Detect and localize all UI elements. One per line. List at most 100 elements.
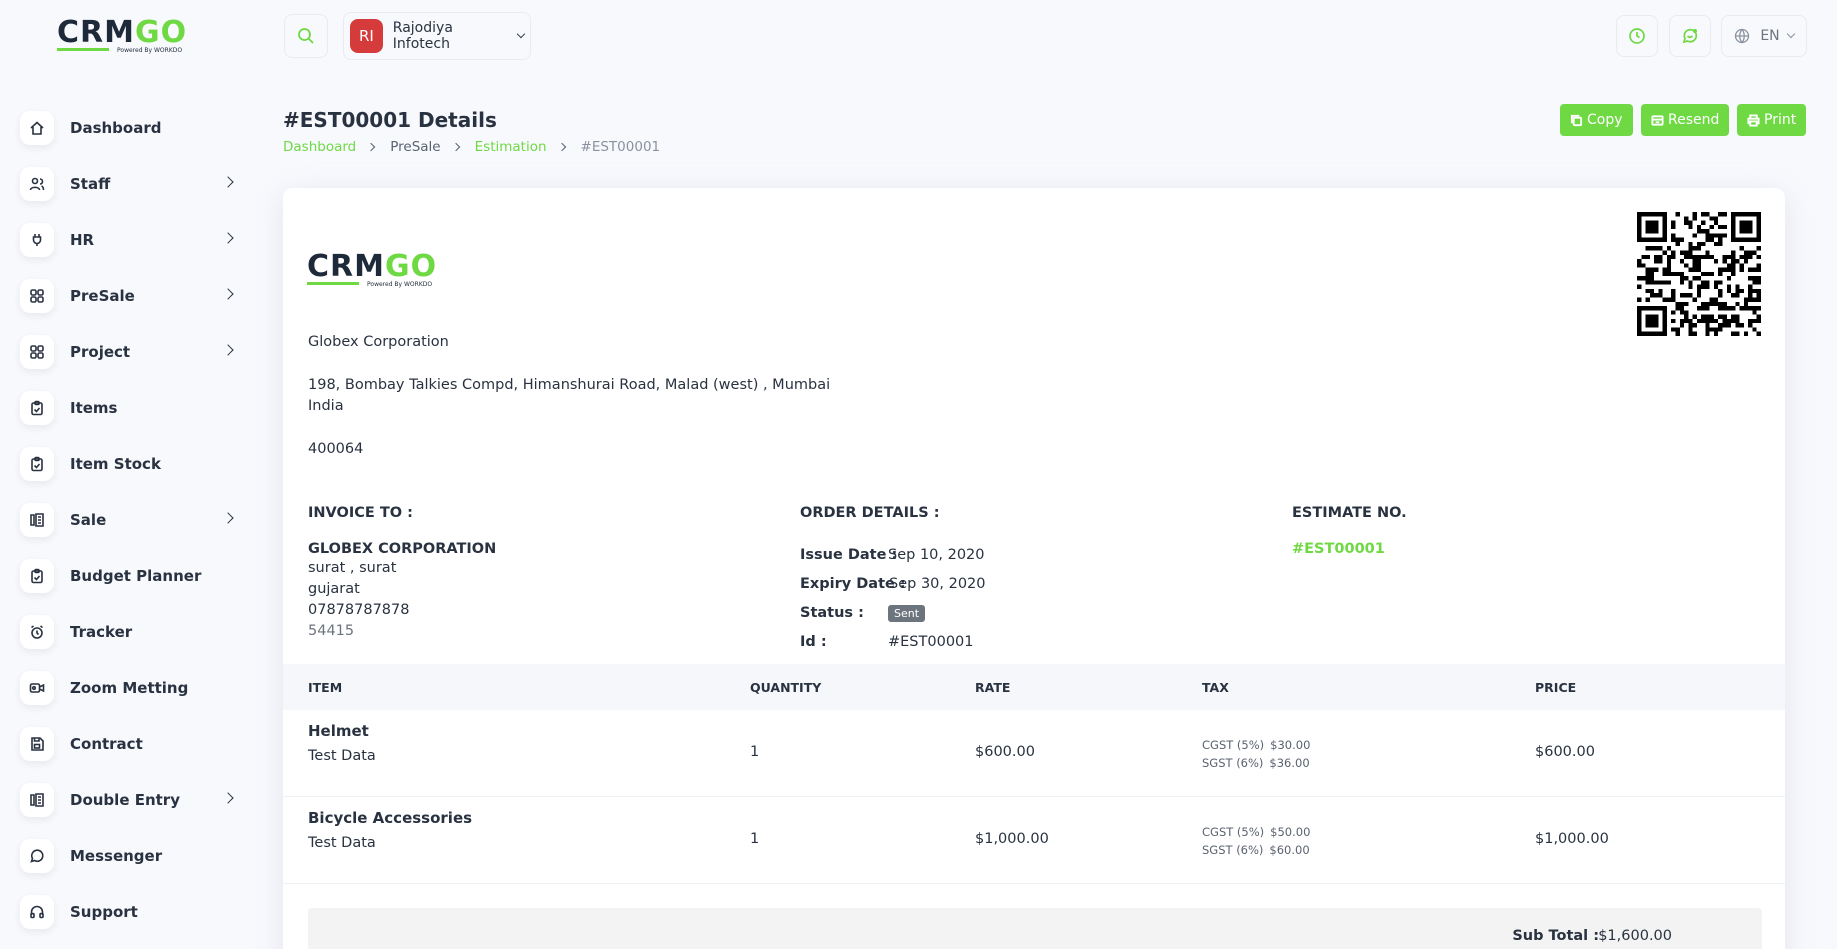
sidebar-item-label: Staff xyxy=(70,175,111,193)
item-name: Bicycle Accessories xyxy=(308,809,473,827)
sidebar-item-budget-planner[interactable]: Budget Planner xyxy=(20,548,250,604)
search-button[interactable] xyxy=(284,14,328,58)
bill-to-phone: 07878787878 xyxy=(308,602,410,618)
avatar: RI xyxy=(350,19,383,53)
crmgo-logo[interactable]: CRM GO Powered By WORKDO xyxy=(57,14,197,56)
headphones-icon xyxy=(20,895,54,929)
sidebar-item-label: Contract xyxy=(70,735,143,753)
chevron-right-icon xyxy=(222,176,234,188)
copy-button[interactable]: Copy xyxy=(1560,104,1633,136)
bill-to-state: gujarat xyxy=(308,581,360,597)
subtotal-value: $1,600.00 xyxy=(1598,928,1672,944)
tax-amount: $60.00 xyxy=(1269,843,1310,857)
breadcrumb-dashboard[interactable]: Dashboard xyxy=(283,139,356,155)
sidebar-item-contract[interactable]: Contract xyxy=(20,716,250,772)
language-dropdown[interactable]: EN xyxy=(1721,15,1807,57)
clipboard-check-icon xyxy=(20,391,54,425)
sidebar-item-support[interactable]: Support xyxy=(20,884,250,940)
estimate-no-heading: ESTIMATE NO. xyxy=(1292,505,1407,521)
estimate-number: #EST00001 xyxy=(1292,541,1385,557)
svg-text:Powered By WORKDO: Powered By WORKDO xyxy=(367,281,432,288)
company-zip: 400064 xyxy=(308,441,364,457)
svg-text:GO: GO xyxy=(385,249,437,284)
company-switcher[interactable]: RI Rajodiya Infotech xyxy=(343,12,531,60)
resend-button[interactable]: Resend xyxy=(1641,104,1730,136)
messages-button[interactable] xyxy=(1669,15,1711,57)
item-price: $1,000.00 xyxy=(1535,831,1609,847)
item-price: $600.00 xyxy=(1535,744,1595,760)
sidebar-item-sale[interactable]: Sale xyxy=(20,492,250,548)
sidebar-item-tracker[interactable]: Tracker xyxy=(20,604,250,660)
message-icon xyxy=(1682,28,1698,44)
sidebar-item-project[interactable]: Project xyxy=(20,324,250,380)
summary-box: Sub Total : $1,600.00 xyxy=(308,908,1762,949)
sidebar-item-label: PreSale xyxy=(70,287,135,305)
bill-to-city: surat , surat xyxy=(308,560,397,576)
sidebar-item-label: Double Entry xyxy=(70,791,180,809)
copy-button-label: Copy xyxy=(1587,112,1623,128)
sidebar-item-hr[interactable]: HR xyxy=(20,212,250,268)
message-icon xyxy=(20,839,54,873)
tax-name: SGST (6%) xyxy=(1202,843,1264,857)
receipt-icon xyxy=(20,503,54,537)
print-button[interactable]: Print xyxy=(1737,104,1807,136)
sidebar-item-double-entry[interactable]: Double Entry xyxy=(20,772,250,828)
item-qty: 1 xyxy=(750,831,760,847)
id-label: Id : xyxy=(800,634,827,650)
status-label: Status : xyxy=(800,605,864,621)
invoice-to-heading: INVOICE TO : xyxy=(308,505,413,521)
sidebar-item-label: Dashboard xyxy=(70,119,162,137)
time-tracker-button[interactable] xyxy=(1616,15,1658,57)
item-rate: $1,000.00 xyxy=(975,831,1049,847)
clipboard-check-icon xyxy=(20,447,54,481)
company-address: 198, Bombay Talkies Compd, Himanshurai R… xyxy=(308,377,831,393)
item-rate: $600.00 xyxy=(975,744,1035,760)
svg-text:GO: GO xyxy=(135,15,187,50)
sidebar-item-label: Items xyxy=(70,399,118,417)
breadcrumb-estimation[interactable]: Estimation xyxy=(475,139,547,155)
receipt-icon xyxy=(20,783,54,817)
company-name: Globex Corporation xyxy=(308,334,449,350)
sidebar-item-items[interactable]: Items xyxy=(20,380,250,436)
table-row: Bicycle Accessories Test Data 1 $1,000.0… xyxy=(283,797,1785,884)
page-title: #EST00001 Details xyxy=(283,108,497,132)
sidebar-item-label: HR xyxy=(70,231,95,249)
sidebar-item-item-stock[interactable]: Item Stock xyxy=(20,436,250,492)
mail-icon xyxy=(1651,114,1664,126)
bill-to-name: GLOBEX CORPORATION xyxy=(308,541,497,557)
grid-icon xyxy=(20,279,54,313)
sidebar-item-dashboard[interactable]: Dashboard xyxy=(20,100,250,156)
invoice-logo: CRM GO Powered By WORKDO xyxy=(307,249,437,288)
sidebar-item-presale[interactable]: PreSale xyxy=(20,268,250,324)
tax-name: CGST (5%) xyxy=(1202,738,1265,752)
tax-line: CGST (5%) $30.00 xyxy=(1202,738,1310,752)
table-row: Helmet Test Data 1 $600.00 CGST (5%) $30.… xyxy=(283,710,1785,797)
grid-icon xyxy=(20,335,54,369)
item-name: Helmet xyxy=(308,722,369,740)
item-desc: Test Data xyxy=(308,835,376,851)
item-desc: Test Data xyxy=(308,748,376,764)
video-icon xyxy=(20,671,54,705)
estimate-id: #EST00001 xyxy=(888,634,974,650)
sidebar-item-label: Support xyxy=(70,903,138,921)
sidebar-item-zoom-metting[interactable]: Zoom Metting xyxy=(20,660,250,716)
breadcrumb-presale: PreSale xyxy=(390,139,441,155)
print-button-label: Print xyxy=(1764,112,1797,128)
subtotal-label: Sub Total : xyxy=(1512,928,1599,944)
plug-icon xyxy=(20,223,54,257)
tax-line: CGST (5%) $50.00 xyxy=(1202,825,1310,839)
bill-to-zip: 54415 xyxy=(308,623,355,639)
tax-line: SGST (6%) $36.00 xyxy=(1202,756,1310,770)
sidebar-item-messenger[interactable]: Messenger xyxy=(20,828,250,884)
tax-amount: $36.00 xyxy=(1269,756,1310,770)
chevron-right-icon xyxy=(222,512,234,524)
column-tax: TAX xyxy=(1202,680,1229,695)
issue-date: Sep 10, 2020 xyxy=(888,547,985,563)
issue-date-label: Issue Date : xyxy=(800,547,898,563)
company-name: Rajodiya Infotech xyxy=(392,20,453,52)
sidebar: CRM GO Powered By WORKDO Dashboard Staff… xyxy=(0,0,265,949)
column-item: ITEM xyxy=(308,680,343,695)
status-badge: Sent xyxy=(888,605,926,622)
sidebar-item-staff[interactable]: Staff xyxy=(20,156,250,212)
alarm-clock-icon xyxy=(20,615,54,649)
